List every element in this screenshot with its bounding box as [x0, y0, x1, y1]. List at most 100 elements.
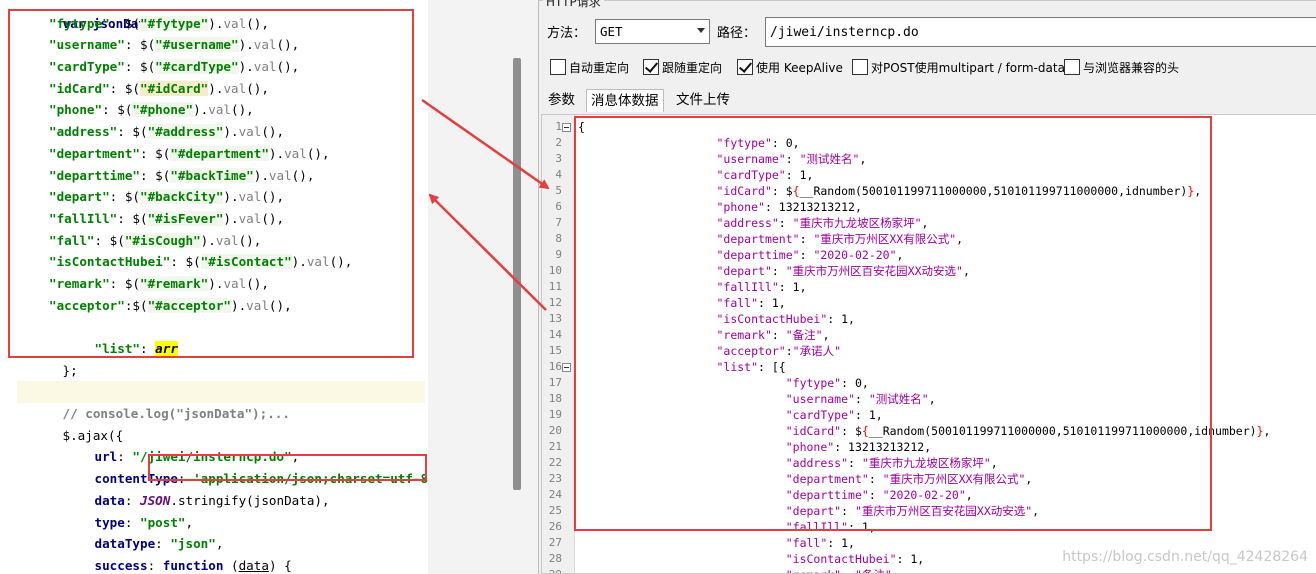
tab-file-upload[interactable]: 文件上传	[672, 89, 734, 111]
code-line-data: data: JSON.stringify(jsonData),	[94, 492, 330, 508]
body-data-editor[interactable]: 1 2 3 4 5 6 7 8 9 10 11 12 13 14 15 16 17 18 19 20 21 22 23 24 2…	[541, 114, 1316, 574]
splitter-area	[428, 0, 538, 574]
checkbox-browser-headers[interactable]: 与浏览器兼容的头	[1064, 58, 1179, 76]
scrollbar[interactable]	[513, 58, 521, 490]
line-number: 1	[555, 120, 562, 133]
field-key: "fall"	[49, 232, 95, 248]
checkbox-keepalive[interactable]: 使用 KeepAlive	[737, 58, 843, 76]
checkbox-multipart[interactable]: 对POST使用multipart / form-data	[852, 58, 1065, 76]
field-selector: "#backTime"	[170, 167, 254, 183]
line-number: 11	[548, 280, 562, 293]
body-line: {	[578, 120, 585, 134]
line-number: 7	[555, 216, 562, 229]
body-line: "department": "重庆市万州区XX有限公式",	[716, 232, 964, 246]
field-selector: "#username"	[155, 37, 239, 53]
fold-toggle-icon[interactable]	[562, 363, 571, 372]
code-line-field: "isContactHubei": $("#isContact").val(),	[49, 254, 353, 270]
body-line: "fallIll": 1,	[785, 520, 876, 534]
line-number: 5	[555, 184, 562, 197]
line-number: 25	[548, 504, 562, 517]
chevron-down-icon	[697, 28, 705, 33]
body-line: "remark": "备注",	[716, 328, 830, 342]
body-line: "remark": "备注"	[578, 567, 1270, 573]
field-key: "fytype"	[49, 15, 110, 31]
code-editor-left: var jsonData = { "fytype": $("#fytype").…	[0, 0, 428, 574]
line-number: 15	[548, 344, 562, 357]
path-label: 路径：	[717, 26, 757, 41]
code-line-type: type: "post",	[94, 514, 194, 530]
line-number: 28	[548, 552, 562, 565]
checkbox-label: 使用 KeepAlive	[756, 60, 843, 75]
line-number: 24	[548, 488, 562, 501]
field-selector: "#backCity"	[140, 189, 224, 205]
code-line-list: "list": arr	[94, 341, 178, 357]
line-number: 26	[548, 520, 562, 533]
field-key: "username"	[49, 37, 125, 53]
tab-body-data[interactable]: 消息体数据	[586, 89, 664, 112]
code-line-field: "idCard": $("#idCard").val(),	[49, 80, 269, 96]
fold-toggle-icon[interactable]	[562, 123, 571, 132]
field-key: "phone"	[49, 102, 103, 118]
line-number: 13	[548, 312, 562, 325]
field-key: "remark"	[49, 275, 110, 291]
body-line: "depart": "重庆市万州区百安花园XX动安选",	[716, 264, 970, 278]
field-selector: "#isFever"	[147, 210, 224, 226]
line-number: 6	[555, 200, 562, 213]
body-line: "fall": 1,	[716, 296, 786, 310]
method-select[interactable]: GET	[595, 19, 710, 44]
body-line: "department": "重庆市万州区XX有限公式",	[785, 472, 1033, 486]
body-line: "fallIll": 1,	[716, 280, 807, 294]
body-line: "fytype": 0,	[785, 376, 869, 390]
code-line-field: "remark": $("#remark").val(),	[49, 275, 269, 291]
code-line-ajax: $.ajax({	[17, 403, 425, 443]
field-selector: "#department"	[170, 145, 269, 161]
field-key: "cardType"	[49, 59, 125, 75]
body-line: "username": "测试姓名",	[716, 152, 867, 166]
line-number-gutter: 1 2 3 4 5 6 7 8 9 10 11 12 13 14 15 16 17 18 19 20 21 22 23 24 2…	[542, 115, 575, 573]
body-line: "depart": "重庆市万州区百安花园XX动安选",	[785, 504, 1040, 518]
field-key: "departtime"	[49, 167, 140, 183]
code-line-field: "departtime": $("#backTime").val(),	[49, 167, 315, 183]
code-line-field: "department": $("#department").val(),	[49, 145, 330, 161]
field-selector: "#phone"	[132, 102, 194, 118]
line-number: 27	[548, 536, 562, 549]
group-border	[539, 0, 1316, 8]
field-key: "depart"	[49, 189, 110, 205]
line-number: 21	[548, 440, 562, 453]
field-key: "isContactHubei"	[49, 254, 171, 270]
body-text: { "fytype": 0, "username": "测试姓名", "card…	[578, 119, 1270, 573]
code-line-field: "fallIll": $("#isFever").val(),	[49, 210, 285, 226]
line-number: 2	[555, 136, 562, 149]
checkbox-label: 与浏览器兼容的头	[1083, 60, 1180, 75]
field-selector: "#remark"	[140, 275, 209, 291]
line-number: 8	[555, 232, 562, 245]
body-line: "departtime": "2020-02-20",	[716, 248, 904, 262]
success-key: success	[94, 557, 148, 573]
http-request-panel: HTTP请求 方法： GET 路径： /jiwei/insterncp.do 自…	[538, 0, 1316, 574]
checkbox-label: 对POST使用multipart / form-data	[871, 60, 1065, 75]
path-input[interactable]: /jiwei/insterncp.do	[765, 17, 1316, 47]
function-param: data	[238, 557, 269, 573]
checkbox-follow-redirect[interactable]: 跟随重定向	[643, 58, 722, 76]
field-selector: "#cardType"	[155, 59, 239, 75]
body-line: "phone": 13213213212,	[785, 440, 932, 454]
path-value: /jiwei/insterncp.do	[770, 24, 919, 40]
body-line: "departtime": "2020-02-20",	[785, 488, 973, 502]
body-line: "address": "重庆市九龙坡区杨家坪",	[785, 456, 998, 470]
field-key: "address"	[49, 124, 118, 140]
body-line: "acceptor":"承诺人"	[716, 344, 842, 358]
code-line-datatype: dataType: "json",	[94, 536, 224, 552]
body-line: "phone": 13213213212,	[716, 200, 862, 214]
code-line-close: };	[17, 338, 425, 378]
field-key: "idCard"	[49, 80, 110, 96]
checkbox-box	[550, 59, 566, 75]
checkbox-label: 跟随重定向	[662, 60, 723, 75]
tab-parameters[interactable]: 参数	[544, 89, 579, 111]
body-line: "isContactHubei": 1,	[716, 312, 855, 326]
checkbox-auto-redirect[interactable]: 自动重定向	[550, 58, 629, 76]
line-number: 29	[549, 567, 562, 573]
code-line-success: success: function (data) {	[94, 557, 292, 573]
code-line-comment: // console.log("jsonData");...	[17, 381, 425, 421]
code-line-field: "depart": $("#backCity").val(),	[49, 189, 285, 205]
field-selector: "#idCard"	[140, 80, 209, 96]
